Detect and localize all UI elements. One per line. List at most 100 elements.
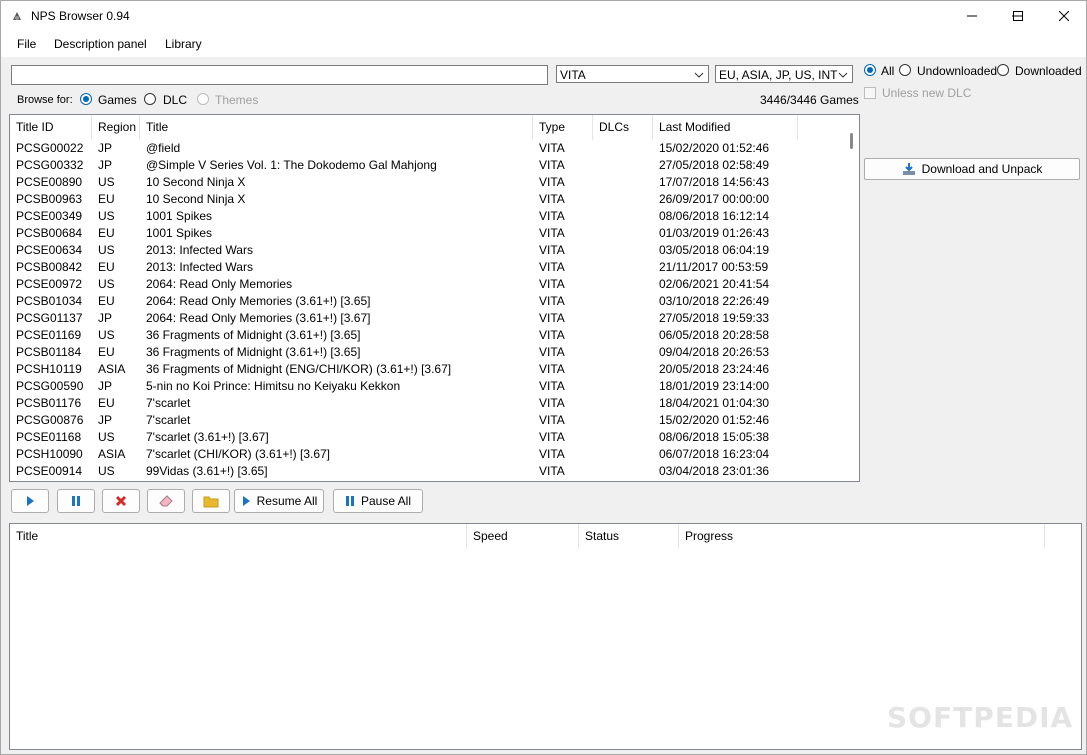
table-row[interactable]: PCSE00890 US 10 Second Ninja X VITA 17/07/20… xyxy=(10,174,845,191)
cell-last-modified: 08/06/2018 16:12:14 xyxy=(659,209,770,223)
download-and-unpack-button[interactable]: Download and Unpack xyxy=(864,158,1080,180)
menu-bar: File Description panel Library xyxy=(1,31,1086,57)
cell-type: VITA xyxy=(539,175,565,189)
table-row[interactable]: PCSB01184 EU 36 Fragments of Midnight (3.6… xyxy=(10,344,845,361)
queue-header: Title Speed Status Progress xyxy=(10,524,1081,549)
main-window: NPS Browser 0.94 File Description panel … xyxy=(0,0,1087,755)
resume-button[interactable] xyxy=(11,489,49,513)
cell-region: US xyxy=(98,328,115,342)
pause-all-button[interactable]: Pause All xyxy=(333,489,423,513)
cell-last-modified: 01/03/2019 01:26:43 xyxy=(659,226,770,240)
cell-last-modified: 03/10/2018 22:26:49 xyxy=(659,294,770,308)
col-dlcs[interactable]: DLCs xyxy=(593,115,653,140)
title-bar: NPS Browser 0.94 xyxy=(1,1,1086,31)
minimize-button[interactable] xyxy=(949,1,995,31)
menu-library[interactable]: Library xyxy=(165,37,202,51)
close-button[interactable] xyxy=(1041,1,1087,31)
cell-last-modified: 20/05/2018 23:24:46 xyxy=(659,362,770,376)
cell-title: 36 Fragments of Midnight (ENG/CHI/KOR) (… xyxy=(146,362,452,376)
menu-file[interactable]: File xyxy=(17,37,36,51)
browse-for-label: Browse for: xyxy=(17,94,73,106)
col-title-id[interactable]: Title ID xyxy=(10,115,92,140)
x-icon xyxy=(115,495,127,507)
list-header: Title ID Region Title Type DLCs Last Mod… xyxy=(10,115,859,140)
games-list[interactable]: Title ID Region Title Type DLCs Last Mod… xyxy=(9,114,860,482)
cell-region: US xyxy=(98,243,115,257)
col-queue-speed[interactable]: Speed xyxy=(467,524,579,549)
col-last-modified[interactable]: Last Modified xyxy=(653,115,798,140)
maximize-button[interactable] xyxy=(995,1,1041,31)
play-icon xyxy=(242,496,250,506)
col-type[interactable]: Type xyxy=(533,115,593,140)
table-row[interactable]: PCSE00972 US 2064: Read Only Memories VITA 0… xyxy=(10,276,845,293)
cancel-button[interactable] xyxy=(102,489,140,513)
cell-type: VITA xyxy=(539,464,565,478)
table-row[interactable]: PCSB00963 EU 10 Second Ninja X VITA 26/09/20… xyxy=(10,191,845,208)
unless-new-dlc-label: Unless new DLC xyxy=(882,86,972,100)
menu-description-panel[interactable]: Description panel xyxy=(54,37,147,51)
clear-button[interactable] xyxy=(147,489,185,513)
filter-all-radio[interactable] xyxy=(864,64,876,76)
browse-themes-label: Themes xyxy=(215,93,259,107)
table-row[interactable]: PCSB00684 EU 1001 Spikes VITA 01/03/2019 01:… xyxy=(10,225,845,242)
filter-downloaded-radio[interactable] xyxy=(997,64,1009,76)
table-row[interactable]: PCSB01034 EU 2064: Read Only Memories (3.6… xyxy=(10,293,845,310)
table-row[interactable]: PCSG01137 JP 2064: Read Only Memories (3.6… xyxy=(10,310,845,327)
cell-type: VITA xyxy=(539,362,565,376)
cell-title-id: PCSB01034 xyxy=(16,294,83,308)
cell-title-id: PCSH10119 xyxy=(16,362,82,376)
browse-games-radio[interactable] xyxy=(80,93,92,105)
cell-type: VITA xyxy=(539,447,565,461)
vertical-scrollbar[interactable] xyxy=(850,133,853,149)
cell-type: VITA xyxy=(539,209,565,223)
table-row[interactable]: PCSH10090 ASIA 7'scarlet (CHI/KOR) (3.61+!… xyxy=(10,446,845,463)
table-row[interactable]: PCSE01168 US 7'scarlet (3.61+!) [3.67] VITA… xyxy=(10,429,845,446)
platform-combo[interactable]: VITA xyxy=(556,65,709,83)
cell-last-modified: 15/02/2020 01:52:46 xyxy=(659,413,770,427)
cell-type: VITA xyxy=(539,328,565,342)
unless-new-dlc-checkbox[interactable] xyxy=(864,87,876,99)
col-title[interactable]: Title xyxy=(140,115,533,140)
search-input[interactable] xyxy=(11,65,548,85)
open-folder-button[interactable] xyxy=(192,489,230,513)
filter-all-label: All xyxy=(881,64,895,78)
table-row[interactable]: PCSG00876 JP 7'scarlet VITA 15/02/2020 01:52… xyxy=(10,412,845,429)
browse-themes-radio[interactable] xyxy=(197,93,209,105)
table-row[interactable]: PCSH10119 ASIA 36 Fragments of Midnight (E… xyxy=(10,361,845,378)
table-row[interactable]: PCSE00914 US 99Vidas (3.61+!) [3.65] VITA 03… xyxy=(10,463,845,480)
table-row[interactable]: PCSE01169 US 36 Fragments of Midnight (3.6… xyxy=(10,327,845,344)
cell-last-modified: 09/04/2018 20:26:53 xyxy=(659,345,770,359)
cell-title: 10 Second Ninja X xyxy=(146,192,246,206)
table-row[interactable]: PCSE00349 US 1001 Spikes VITA 08/06/2018 16:… xyxy=(10,208,845,225)
cell-title: 1001 Spikes xyxy=(146,209,213,223)
table-row[interactable]: PCSG00590 JP 5-nin no Koi Prince: Himitsu … xyxy=(10,378,845,395)
cell-type: VITA xyxy=(539,141,565,155)
col-queue-progress[interactable]: Progress xyxy=(679,524,1045,549)
cell-type: VITA xyxy=(539,311,565,325)
filter-downloaded-label: Downloaded xyxy=(1015,64,1082,78)
game-count: 3446/3446 Games xyxy=(760,93,859,107)
col-queue-title[interactable]: Title xyxy=(10,524,467,549)
col-region[interactable]: Region xyxy=(92,115,140,140)
region-combo[interactable]: EU, ASIA, JP, US, INT xyxy=(715,65,853,83)
table-row[interactable]: PCSG00022 JP @field VITA 15/02/2020 01:52:46 xyxy=(10,140,845,157)
table-row[interactable]: PCSB00842 EU 2013: Infected Wars VITA 21/11/… xyxy=(10,259,845,276)
cell-region: EU xyxy=(98,396,115,410)
browse-dlc-radio[interactable] xyxy=(144,93,156,105)
cell-type: VITA xyxy=(539,192,565,206)
table-row[interactable]: PCSE00634 US 2013: Infected Wars VITA 03/05/… xyxy=(10,242,845,259)
cell-title: 2064: Read Only Memories (3.61+!) [3.67] xyxy=(146,311,371,325)
table-row[interactable]: PCSG00332 JP @Simple V Series Vol. 1: The … xyxy=(10,157,845,174)
cell-title-id: PCSG00022 xyxy=(16,141,84,155)
cell-region: JP xyxy=(98,379,113,393)
col-queue-status[interactable]: Status xyxy=(579,524,679,549)
cell-title: 7'scarlet xyxy=(146,413,191,427)
app-icon xyxy=(13,12,21,20)
cell-region: JP xyxy=(98,158,113,172)
resume-all-button[interactable]: Resume All xyxy=(234,489,324,513)
pause-button[interactable] xyxy=(57,489,95,513)
filter-undownloaded-radio[interactable] xyxy=(899,64,911,76)
table-row[interactable]: PCSB01176 EU 7'scarlet VITA 18/04/2021 01:04… xyxy=(10,395,845,412)
download-icon xyxy=(902,163,915,175)
cell-last-modified: 21/11/2017 00:53:59 xyxy=(659,260,769,274)
